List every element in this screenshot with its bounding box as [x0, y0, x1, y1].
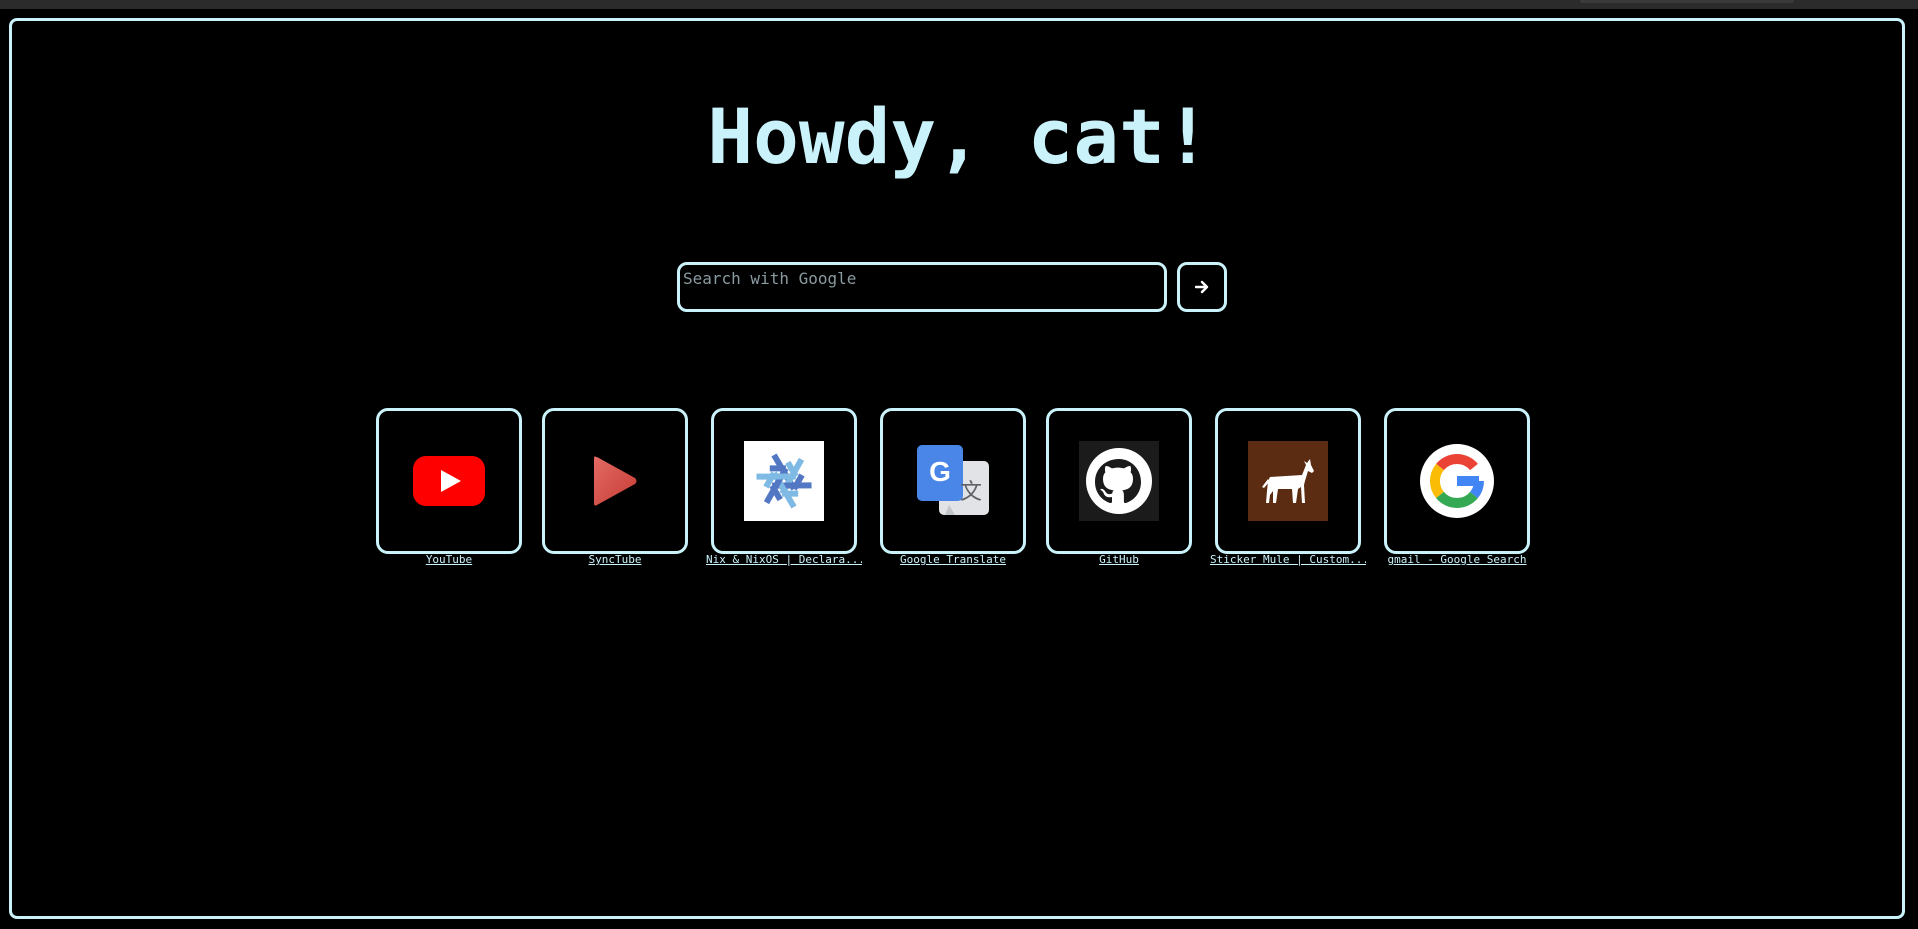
shortcut-label-nixos[interactable]: Nix & NixOS | Declara...: [706, 553, 862, 566]
shortcut-tile-github[interactable]: [1046, 408, 1192, 554]
nixos-snowflake-icon: [744, 441, 824, 521]
shortcut-label-google-translate[interactable]: Google Translate: [875, 553, 1031, 566]
shortcut-tile-nixos[interactable]: [711, 408, 857, 554]
shortcut-tile-google-translate[interactable]: G 文: [880, 408, 1026, 554]
svg-text:文: 文: [960, 480, 982, 505]
shortcut-tile-synctube[interactable]: [542, 408, 688, 554]
shortcut-tile-google-search[interactable]: [1384, 408, 1530, 554]
svg-text:G: G: [929, 456, 951, 487]
google-g-icon: [1417, 441, 1497, 521]
search-submit-button[interactable]: [1177, 262, 1227, 312]
shortcut-label-sticker-mule[interactable]: Sticker Mule | Custom...: [1210, 553, 1366, 566]
shortcut-tile-youtube[interactable]: [376, 408, 522, 554]
shortcut-label-google-search[interactable]: gmail - Google Search: [1379, 553, 1535, 566]
youtube-icon: [409, 441, 489, 521]
window-top-bar: [0, 0, 1918, 9]
greeting-heading: Howdy, cat!: [707, 92, 1211, 181]
github-octocat-icon: [1079, 441, 1159, 521]
arrow-right-icon: [1195, 280, 1209, 294]
shortcut-label-synctube[interactable]: SyncTube: [537, 553, 693, 566]
shortcut-tile-sticker-mule[interactable]: [1215, 408, 1361, 554]
synctube-play-icon: [575, 441, 655, 521]
search-input[interactable]: [677, 262, 1167, 312]
top-bar-handle: [1580, 0, 1794, 3]
google-translate-icon: G 文: [913, 441, 993, 521]
sticker-mule-icon: [1248, 441, 1328, 521]
shortcut-label-github[interactable]: GitHub: [1041, 553, 1197, 566]
shortcut-label-youtube[interactable]: YouTube: [371, 553, 527, 566]
